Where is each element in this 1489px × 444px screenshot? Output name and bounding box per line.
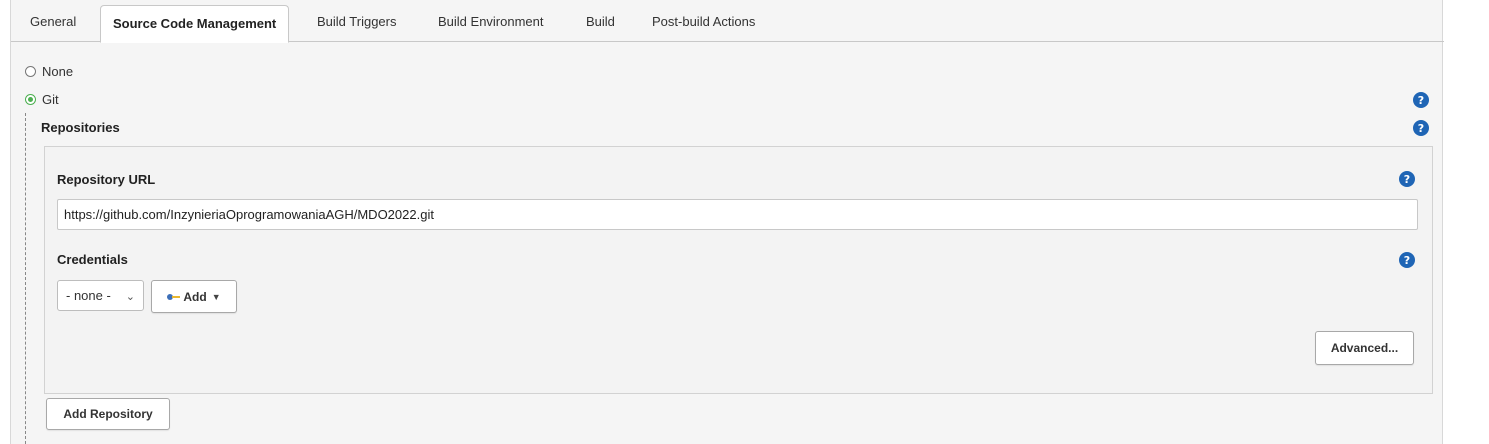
credentials-select[interactable]: - none - ⌄ (57, 280, 144, 311)
scm-option-none[interactable]: None (25, 64, 73, 79)
repositories-help-icon[interactable]: ? (1413, 120, 1429, 136)
credentials-help-icon[interactable]: ? (1399, 252, 1415, 268)
tab-build-environment[interactable]: Build Environment (438, 14, 544, 29)
tab-build[interactable]: Build (586, 14, 615, 29)
tab-source-code-management[interactable]: Source Code Management (100, 5, 290, 43)
scm-config-panel: General Source Code Management Build Tri… (10, 0, 1444, 444)
repository-entry: Repository URL ? Credentials ? - none - … (44, 146, 1433, 394)
advanced-button[interactable]: Advanced... (1315, 331, 1414, 365)
tab-build-triggers[interactable]: Build Triggers (317, 14, 396, 29)
repositories-label: Repositories (41, 120, 120, 135)
radio-none-label: None (42, 64, 74, 79)
git-help-icon[interactable]: ? (1413, 92, 1429, 108)
radio-none[interactable] (25, 66, 36, 77)
radio-git-label: Git (42, 92, 59, 107)
git-section-divider (25, 113, 26, 444)
chevron-down-icon: ⌄ (125, 291, 135, 303)
credentials-label: Credentials (57, 252, 128, 267)
caret-down-icon: ▼ (211, 291, 221, 302)
repository-url-input[interactable] (57, 199, 1418, 230)
credentials-selected-value: - none - (66, 288, 111, 303)
repository-url-label: Repository URL (57, 172, 156, 187)
tab-general[interactable]: General (30, 14, 76, 29)
radio-git[interactable] (25, 94, 36, 105)
repository-url-help-icon[interactable]: ? (1399, 171, 1415, 187)
add-credentials-button[interactable]: Add ▼ (151, 280, 237, 313)
scm-option-git[interactable]: Git (25, 92, 59, 107)
key-icon (167, 293, 181, 301)
config-tab-bar: General Source Code Management Build Tri… (11, 0, 1444, 43)
tab-post-build-actions[interactable]: Post-build Actions (652, 14, 755, 29)
add-repository-button[interactable]: Add Repository (46, 398, 170, 430)
add-credentials-label: Add (183, 289, 207, 304)
